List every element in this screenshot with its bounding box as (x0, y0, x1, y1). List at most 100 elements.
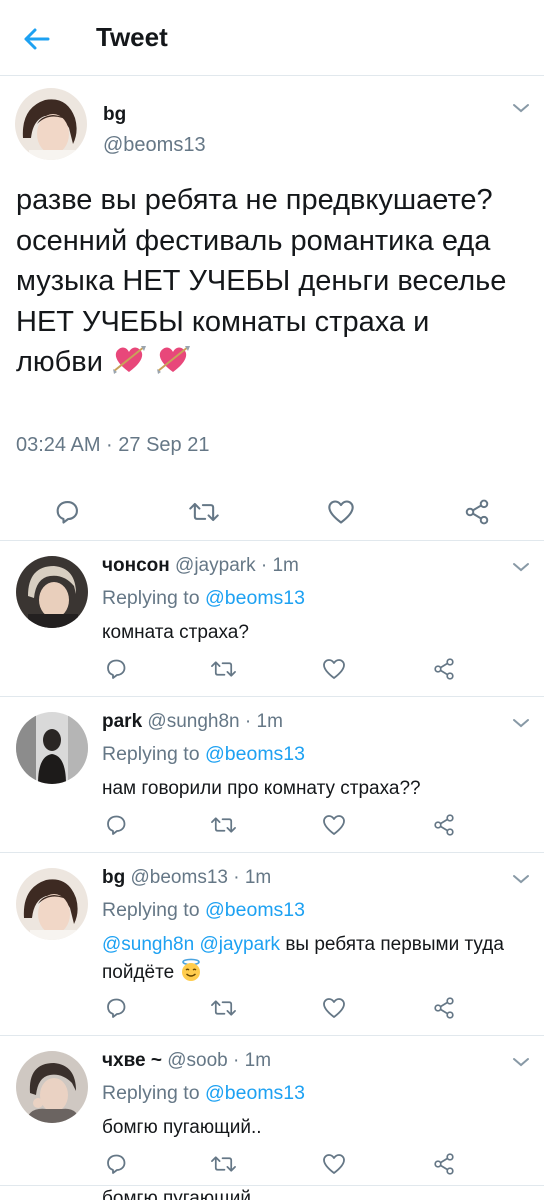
reply-button[interactable] (50, 495, 84, 529)
retweet-button[interactable] (208, 994, 238, 1022)
tweet-actions (0, 489, 544, 529)
reply-text: нам говорили про комнату страха?? (102, 778, 421, 799)
share-button[interactable] (430, 655, 458, 683)
page-title: Tweet (96, 22, 168, 52)
reply-button[interactable] (102, 811, 130, 839)
avatar[interactable] (16, 556, 88, 628)
author-name[interactable]: park (102, 711, 142, 732)
reply-actions (0, 994, 544, 1022)
replying-to: Replying to @beoms13 (102, 743, 305, 766)
like-button[interactable] (320, 994, 348, 1022)
tweet-timestamp[interactable]: 03:24 AM · 27 Sep 21 (16, 434, 209, 457)
replying-label: Replying to (102, 743, 200, 765)
smiling-face-with-halo-emoji (179, 958, 203, 990)
share-icon (465, 499, 489, 525)
retweet-button[interactable] (208, 655, 238, 683)
author-handle[interactable]: @sungh8n (147, 711, 239, 732)
replying-to: Replying to @beoms13 (102, 587, 305, 610)
chevron-down-icon[interactable] (512, 561, 530, 573)
replying-to-link[interactable]: @beoms13 (205, 587, 305, 609)
like-icon (323, 815, 345, 835)
reply-icon (107, 1154, 126, 1174)
reply-header: park @sungh8n · 1m (102, 711, 283, 733)
avatar[interactable] (15, 88, 87, 160)
mention-link[interactable]: @jaypark (199, 934, 280, 955)
chevron-down-icon[interactable] (512, 873, 530, 885)
reply-actions (0, 811, 544, 839)
reply-tweet[interactable]: чхве ~ @soob · 1m Replying to @beoms13 б… (0, 1036, 544, 1186)
share-button[interactable] (430, 1150, 458, 1178)
retweet-icon (210, 661, 236, 677)
main-tweet: bg @beoms13 разве вы ребята не предвкуша… (0, 76, 544, 541)
author-handle[interactable]: @beoms13 (103, 134, 206, 157)
reply-text: бомгю пугающий.. (102, 1117, 262, 1138)
like-icon (323, 998, 345, 1018)
reply-actions (0, 655, 544, 683)
share-icon (434, 997, 454, 1019)
reply-button[interactable] (102, 655, 130, 683)
retweet-icon (210, 1156, 236, 1172)
arrow-left-icon (24, 28, 50, 50)
replying-to-link[interactable]: @beoms13 (205, 899, 305, 921)
reply-icon (107, 998, 126, 1018)
like-button[interactable] (320, 811, 348, 839)
chevron-down-icon[interactable] (512, 1056, 530, 1068)
author-name[interactable]: bg (102, 867, 125, 888)
like-button[interactable] (320, 1150, 348, 1178)
author-name[interactable]: чонсон (102, 555, 170, 576)
replying-label: Replying to (102, 899, 200, 921)
share-icon (434, 1153, 454, 1175)
like-button[interactable] (324, 495, 358, 529)
like-icon (328, 500, 354, 524)
author-name[interactable]: bg (103, 104, 126, 126)
replying-to: Replying to @beoms13 (102, 1082, 305, 1105)
reply-actions (0, 1150, 544, 1178)
reply-header: чонсон @jaypark · 1m (102, 555, 299, 577)
share-button[interactable] (430, 994, 458, 1022)
tweet-body: разве вы ребята не предвкушаете? осенний… (16, 184, 507, 378)
replying-to-link[interactable]: @beoms13 (205, 743, 305, 765)
reply-button[interactable] (102, 1150, 130, 1178)
like-button[interactable] (320, 655, 348, 683)
retweet-button[interactable] (208, 811, 238, 839)
reply-time: · 1m (244, 711, 283, 732)
retweet-icon (210, 1000, 236, 1016)
reply-text: @sungh8n @jaypark вы ребята первыми туда… (102, 931, 522, 990)
retweet-button[interactable] (186, 495, 222, 529)
reply-tweet[interactable]: bg @beoms13 · 1m Replying to @beoms13 @s… (0, 853, 544, 1036)
author-handle[interactable]: @beoms13 (131, 867, 228, 888)
share-button[interactable] (460, 495, 494, 529)
back-button[interactable] (20, 22, 54, 56)
reply-icon (107, 815, 126, 835)
author-name[interactable]: чхве ~ (102, 1050, 162, 1071)
retweet-icon (210, 817, 236, 833)
like-icon (323, 1154, 345, 1174)
share-button[interactable] (430, 811, 458, 839)
reply-text: комната страха? (102, 622, 249, 643)
heart-with-arrow-emoji (155, 343, 191, 387)
share-icon (434, 814, 454, 836)
replying-label: Replying to (102, 587, 200, 609)
reply-icon (107, 659, 126, 679)
replying-label: Replying to (102, 1082, 200, 1104)
reply-button[interactable] (102, 994, 130, 1022)
replying-to-link[interactable]: @beoms13 (205, 1082, 305, 1104)
like-icon (323, 659, 345, 679)
chevron-down-icon[interactable] (512, 717, 530, 729)
heart-with-arrow-emoji (111, 343, 147, 387)
author-handle[interactable]: @soob (167, 1050, 228, 1071)
reply-time: · 1m (233, 867, 272, 888)
replying-to: Replying to @beoms13 (102, 899, 305, 922)
partial-next-tweet-text: бомгю пугающий.. (102, 1188, 262, 1200)
avatar[interactable] (16, 712, 88, 784)
reply-time: · 1m (260, 555, 299, 576)
retweet-button[interactable] (208, 1150, 238, 1178)
chevron-down-icon[interactable] (512, 102, 530, 114)
avatar[interactable] (16, 1051, 88, 1123)
author-handle[interactable]: @jaypark (175, 555, 256, 576)
top-bar: Tweet (0, 0, 544, 76)
reply-tweet[interactable]: чонсон @jaypark · 1m Replying to @beoms1… (0, 541, 544, 697)
avatar[interactable] (16, 868, 88, 940)
mention-link[interactable]: @sungh8n (102, 934, 194, 955)
reply-tweet[interactable]: park @sungh8n · 1m Replying to @beoms13 … (0, 697, 544, 853)
